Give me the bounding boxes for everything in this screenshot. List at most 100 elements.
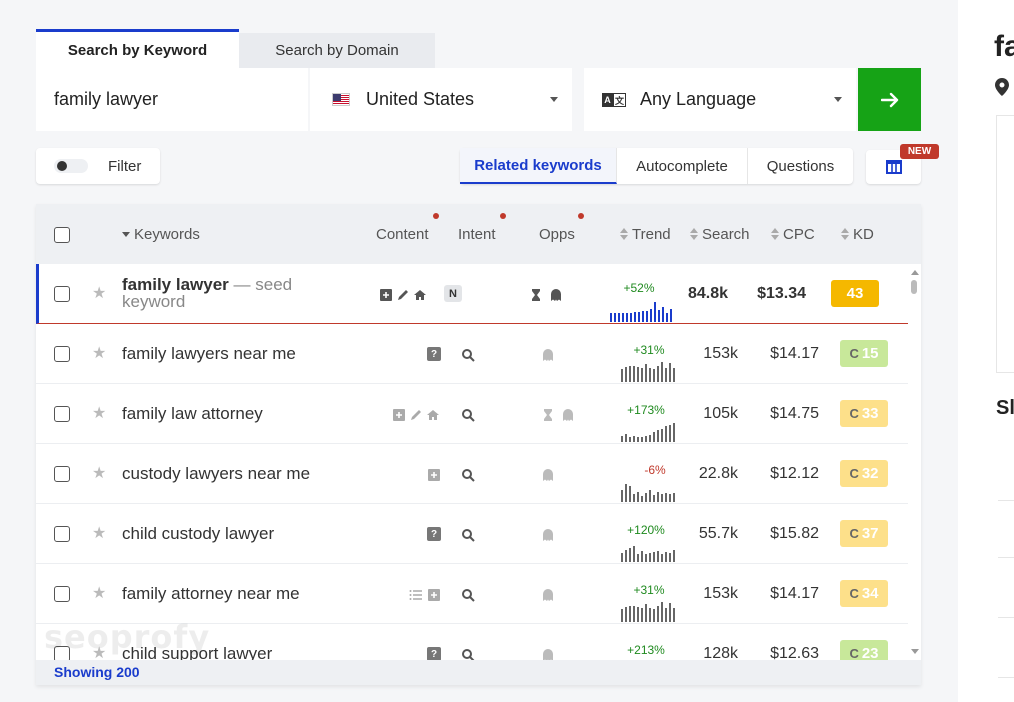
table-row[interactable]: ★ child custody lawyer ? +120% 55.7k $15…	[36, 504, 908, 564]
header-keywords[interactable]: Keywords	[122, 226, 200, 243]
search-submit-button[interactable]	[858, 68, 921, 131]
row-checkbox[interactable]	[54, 526, 70, 542]
row-checkbox[interactable]	[54, 466, 70, 482]
star-icon[interactable]: ★	[92, 343, 106, 363]
sparkline-bar	[622, 313, 624, 322]
table-row[interactable]: ★ family law attorney +173% 105k $14.75 …	[36, 384, 908, 444]
tab-search-by-domain[interactable]: Search by Domain	[239, 33, 435, 68]
sparkline-bar	[666, 313, 668, 322]
chevron-down-icon	[834, 97, 842, 102]
table-body: ★ family lawyer — seed keyword N +52% 84…	[36, 264, 908, 660]
star-icon[interactable]: ★	[92, 463, 106, 483]
tab-related-keywords[interactable]: Related keywords	[460, 148, 617, 184]
row-checkbox[interactable]	[54, 346, 70, 362]
language-select[interactable]: A文 Any Language	[584, 68, 856, 131]
sparkline-bar	[637, 367, 639, 382]
trend-sparkline	[621, 362, 675, 382]
sparkline-bar	[629, 437, 631, 442]
row-checkbox[interactable]	[54, 286, 70, 302]
sparkline-bar	[629, 606, 631, 622]
sparkline-bar	[661, 429, 663, 442]
ghost-icon	[563, 409, 573, 421]
sparkline-bar	[661, 362, 663, 382]
header-cpc[interactable]: CPC	[771, 226, 815, 243]
scroll-down-icon[interactable]	[911, 649, 919, 654]
header-cpc-label: CPC	[783, 226, 815, 243]
home-icon	[427, 410, 439, 420]
arrow-right-icon	[880, 92, 898, 107]
trend-percent: +213%	[627, 643, 665, 657]
header-search-label: Search	[702, 226, 750, 243]
star-icon[interactable]: ★	[92, 523, 106, 543]
scroll-up-icon[interactable]	[911, 270, 919, 275]
search-volume: 55.7k	[698, 525, 738, 542]
search-icon	[462, 469, 475, 482]
header-intent[interactable]: Intent	[458, 226, 496, 243]
country-label: United States	[366, 89, 475, 109]
star-icon[interactable]: ★	[92, 583, 106, 603]
sparkline-bar	[614, 313, 616, 322]
toggle-switch[interactable]	[54, 159, 88, 173]
ghost-icon	[543, 529, 553, 541]
row-checkbox[interactable]	[54, 406, 70, 422]
search-volume: 153k	[703, 345, 738, 362]
sparkline-bar	[621, 609, 623, 622]
keyword: family attorney near me	[122, 584, 300, 603]
sparkline-bar	[665, 493, 667, 502]
table-row[interactable]: ★ family lawyers near me ? +31% 153k $14…	[36, 324, 908, 384]
sparkline-bar	[610, 313, 612, 322]
filter-toggle[interactable]: Filter	[36, 148, 160, 184]
select-all-checkbox[interactable]	[54, 227, 70, 243]
keyword-input[interactable]: family lawyer	[36, 68, 308, 131]
sparkline-bar	[665, 552, 667, 562]
home-icon	[414, 290, 426, 300]
search-volume: 153k	[703, 585, 738, 602]
header-content[interactable]: Content	[376, 226, 429, 243]
sparkline-bar	[633, 606, 635, 622]
table-row-seed[interactable]: ★ family lawyer — seed keyword N +52% 84…	[36, 264, 908, 324]
tab-questions[interactable]: Questions	[748, 148, 853, 184]
search-icon	[462, 649, 475, 660]
sparkline-bar	[653, 609, 655, 622]
sparkline-bar	[673, 608, 675, 622]
row-checkbox[interactable]	[54, 586, 70, 602]
tab-search-by-keyword[interactable]: Search by Keyword	[36, 29, 239, 68]
kd-badge: C 34	[840, 580, 888, 607]
star-icon[interactable]: ★	[92, 403, 106, 423]
question-icon: ?	[427, 527, 441, 541]
sparkline-bar	[653, 369, 655, 382]
result-type-tabs: Related keywords Autocomplete Questions	[460, 148, 853, 184]
sparkline-bar	[657, 366, 659, 382]
sparkline-bar	[641, 608, 643, 622]
scroll-thumb[interactable]	[911, 280, 917, 294]
ghost-icon	[543, 349, 553, 361]
sparkline-bar	[645, 436, 647, 442]
header-trend[interactable]: Trend	[620, 226, 671, 243]
sparkline-bar	[637, 492, 639, 502]
sparkline-bar	[621, 553, 623, 562]
country-select[interactable]: United States	[310, 68, 572, 131]
table-row[interactable]: ★ custody lawyers near me -6% 22.8k $12.…	[36, 444, 908, 504]
intent-badge: N	[444, 285, 462, 302]
sparkline-bar	[626, 313, 628, 322]
header-kd[interactable]: KD	[841, 226, 874, 243]
table-scrollbar[interactable]	[908, 264, 921, 660]
search-icon	[462, 529, 475, 542]
kd-badge: 43	[831, 280, 879, 307]
header-kd-label: KD	[853, 226, 874, 243]
sparkline-bar	[649, 368, 651, 382]
table-row[interactable]: ★ family attorney near me +31% 153k $14.…	[36, 564, 908, 624]
sparkline-bar	[629, 548, 631, 562]
table-header: Keywords Content Intent Opps Trend Searc…	[36, 204, 921, 264]
keyword-overview-panel: fa Sl	[958, 0, 1014, 702]
trend-percent: -6%	[644, 463, 666, 477]
sparkline-bar	[641, 551, 643, 562]
header-search[interactable]: Search	[690, 226, 750, 243]
sparkline-bar	[642, 311, 644, 322]
header-opps[interactable]: Opps	[539, 226, 575, 243]
trend-percent: +52%	[623, 281, 655, 295]
question-icon: ?	[427, 647, 441, 660]
tab-autocomplete[interactable]: Autocomplete	[617, 148, 748, 184]
watermark-logo: seoprofy	[44, 618, 211, 656]
star-icon[interactable]: ★	[92, 283, 106, 303]
